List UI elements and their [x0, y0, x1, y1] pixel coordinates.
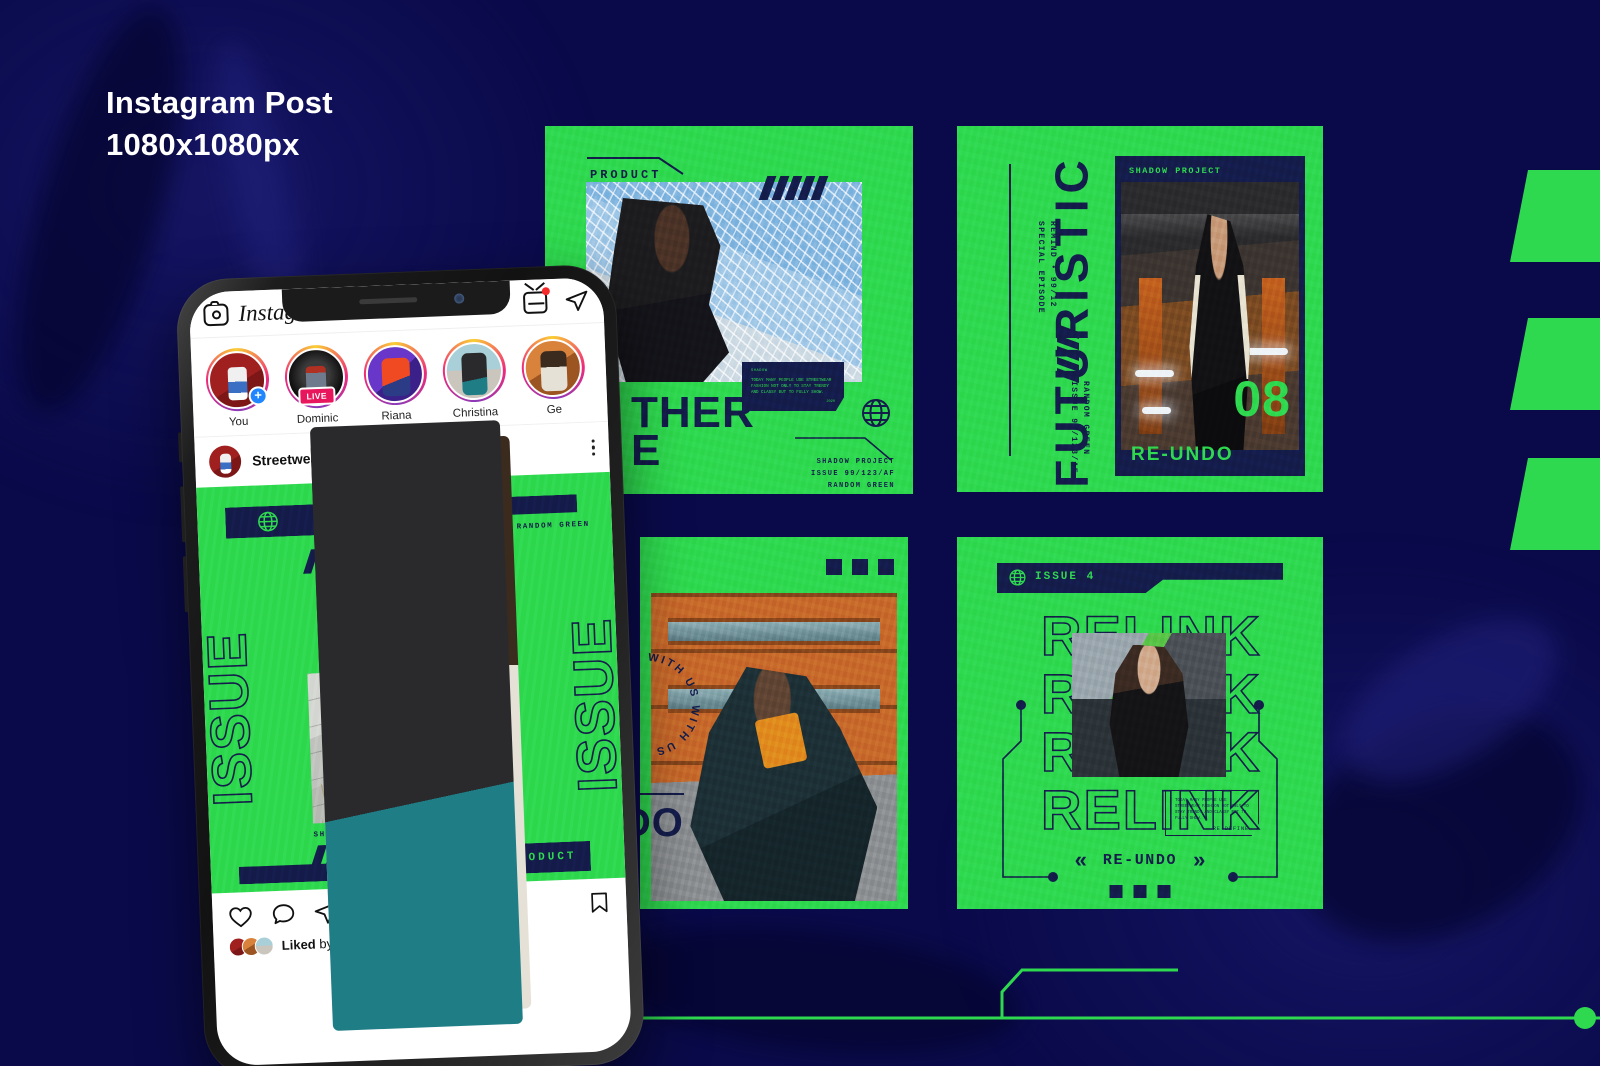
- comment-icon[interactable]: [270, 901, 297, 928]
- post-bl-rule: [640, 793, 684, 795]
- post-tl-info-tag: SHADOW TODAY MANY PEOPLE USE STREETWEAR …: [742, 362, 844, 411]
- story-ring: [362, 340, 428, 407]
- story-label: Ge: [546, 403, 563, 417]
- post-tr-big-number: 08: [1233, 371, 1291, 427]
- post-tl-footer-line-3: RANDOM GREEN: [827, 482, 895, 490]
- post-card-bottom-right[interactable]: ISSUE 4 RELINK RELINK RELINK RELINK TODA…: [957, 537, 1323, 909]
- decorative-chevron-2: [1510, 318, 1600, 410]
- post-tl-tag-year: 2020: [826, 400, 835, 404]
- post-tr-card-header: SHADOW PROJECT: [1129, 166, 1222, 176]
- story-label: Riana: [381, 409, 412, 423]
- story-item-you[interactable]: + You: [203, 346, 272, 429]
- post-br-issue-label: ISSUE 4: [1035, 571, 1096, 583]
- post-tr-meta-line-3: ISSUE 99/123/AF: [1069, 381, 1078, 475]
- post-br-nav[interactable]: « RE-UNDO »: [957, 849, 1323, 871]
- page-title-line-2: 1080x1080px: [106, 127, 300, 162]
- decorative-chevron-1: [1510, 170, 1600, 262]
- post-tl-headline-part-2: E: [631, 426, 661, 475]
- post-bl-circular-text-path: WITH US WITH US WITH US: [640, 652, 699, 758]
- post-phone-side-text-left: ISSUE: [196, 629, 265, 808]
- avatar: [522, 337, 583, 398]
- post-tr-card: SHADOW PROJECT 08 RE-UNDO: [1115, 156, 1305, 476]
- post-bl-headline-part-1: NDO: [640, 801, 684, 845]
- story-label: Christina: [452, 406, 499, 420]
- liked-by-avatars: [228, 936, 275, 957]
- camera-icon[interactable]: [203, 300, 229, 326]
- live-badge: LIVE: [298, 386, 336, 406]
- svg-text:WITH US WITH US WITH US: WITH US WITH US WITH US: [640, 652, 701, 758]
- story-ring: [441, 337, 507, 404]
- post-tl-slashes: [758, 176, 829, 200]
- post-tl-footer-line-2: ISSUE 99/123/AF: [810, 470, 895, 478]
- story-ring: [520, 334, 586, 401]
- phone-mockup: Instagram + You: [175, 263, 646, 1066]
- post-phone-side-text-right: ISSUE: [559, 615, 626, 794]
- chevron-double-right-icon[interactable]: »: [1193, 849, 1205, 871]
- liked-by-prefix: Liked: [281, 936, 316, 953]
- story-label: Dominic: [296, 412, 339, 426]
- avatar: [364, 343, 425, 404]
- story-item-christina[interactable]: Christina: [440, 337, 509, 420]
- avatar: [443, 340, 504, 401]
- post-tr-meta-line-1: SPECIAL EPISODE: [1036, 221, 1045, 315]
- post-bl-squares: [826, 559, 894, 575]
- avatar: [254, 936, 275, 956]
- more-options-icon[interactable]: [591, 439, 596, 456]
- heart-icon[interactable]: [227, 903, 254, 930]
- story-item-riana[interactable]: Riana: [361, 340, 430, 423]
- story-item-dominic[interactable]: LIVE Dominic: [282, 343, 351, 426]
- post-tr-divider: [1009, 164, 1011, 456]
- post-bl-circular-text: WITH US WITH US WITH US: [640, 652, 701, 758]
- decorative-circuit-line: [630, 968, 1600, 1029]
- post-card-bottom-left[interactable]: WITH US WITH US WITH US NDO E: [640, 537, 908, 909]
- igtv-icon[interactable]: [522, 281, 550, 314]
- phone-speaker: [359, 297, 418, 305]
- story-label: You: [228, 415, 249, 429]
- decorative-chevron-3: [1510, 458, 1600, 550]
- post-br-nav-label: RE-UNDO: [1102, 851, 1178, 869]
- post-tl-rule: [587, 157, 684, 175]
- paper-plane-icon[interactable]: [564, 288, 590, 313]
- post-tr-slashes: [1057, 323, 1079, 384]
- page-title: Instagram Post 1080x1080px: [106, 82, 333, 166]
- globe-icon: [1009, 569, 1026, 586]
- post-tl-footer-line-1: SHADOW PROJECT: [816, 458, 895, 466]
- post-card-top-right[interactable]: FUTURISTIC SPECIAL EPISODE REMIND • 99/1…: [957, 126, 1323, 492]
- bookmark-icon[interactable]: [587, 889, 612, 916]
- post-br-squares: [1109, 885, 1171, 898]
- post-tl-tag-title: SHADOW: [751, 369, 768, 373]
- post-tr-meta-line-2: REMIND • 99/12: [1048, 221, 1057, 308]
- post-tl-tag-body: TODAY MANY PEOPLE USE STREETWEAR FASHION…: [751, 379, 832, 395]
- add-story-badge[interactable]: +: [248, 385, 269, 406]
- story-item-ge[interactable]: Ge: [519, 334, 588, 417]
- post-tr-card-footer: RE-UNDO: [1131, 444, 1234, 465]
- post-phone-random-green-label: RANDOM GREEN: [516, 520, 590, 532]
- globe-icon: [862, 399, 890, 427]
- stories-row[interactable]: + You LIVE Dominic Riana Christina Ge: [190, 323, 608, 438]
- page-title-line-1: Instagram Post: [106, 85, 333, 120]
- phone-screen: Instagram + You: [188, 277, 633, 1066]
- chevron-double-left-icon[interactable]: «: [1075, 849, 1087, 871]
- post-author-avatar[interactable]: [208, 445, 242, 479]
- post-tl-photo: [586, 182, 862, 382]
- phone-front-camera: [453, 293, 465, 304]
- post-tr-meta-line-4: RANDOM GREEN: [1081, 381, 1090, 456]
